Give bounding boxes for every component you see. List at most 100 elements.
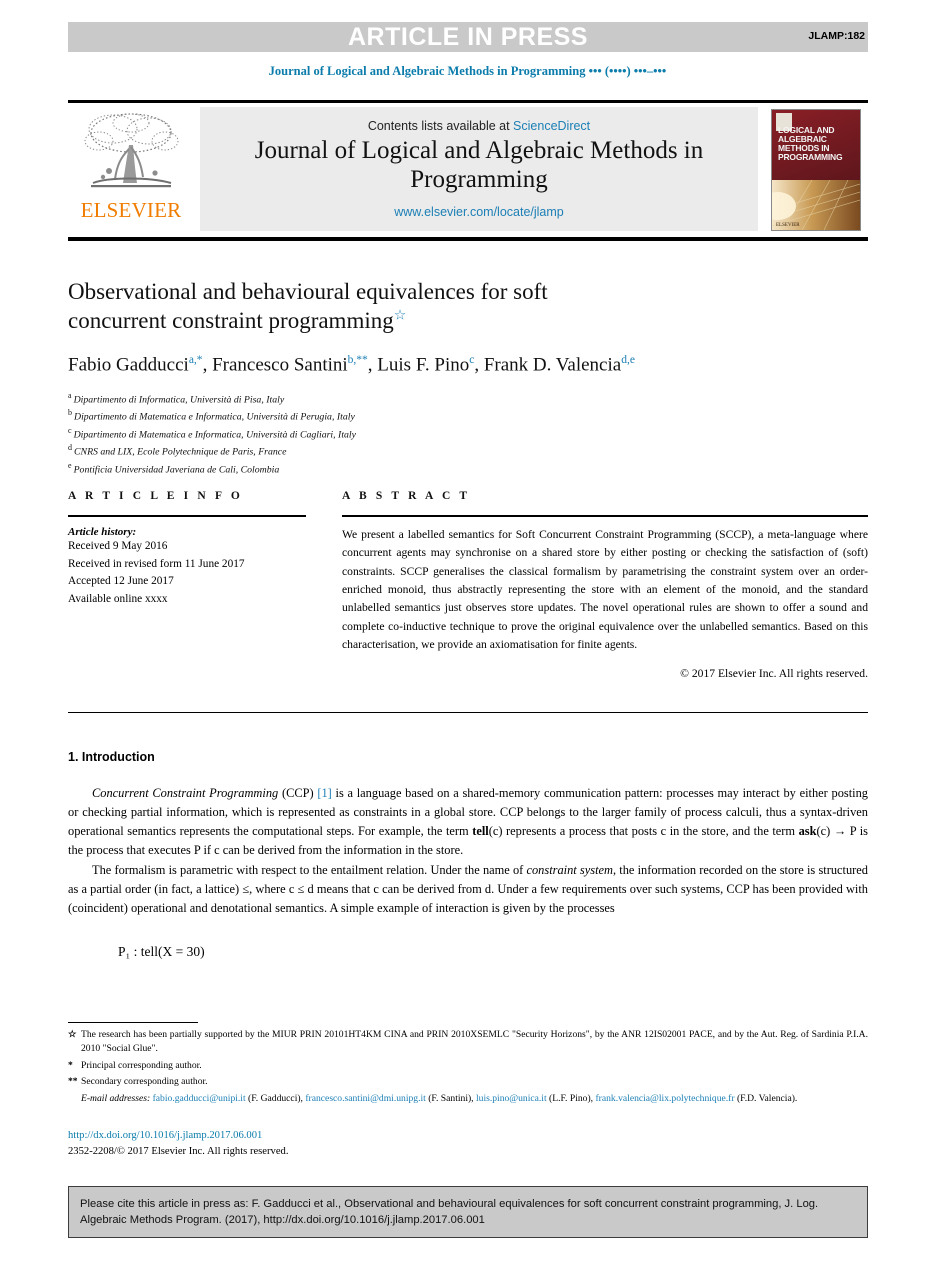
cover-publisher-text: ELSEVIER (776, 223, 800, 228)
info-abstract-row: A R T I C L E I N F O Article history: R… (68, 490, 868, 680)
section-heading-introduction: 1. Introduction (68, 750, 155, 764)
article-info-rule (68, 515, 306, 517)
contents-available-line: Contents lists available at ScienceDirec… (368, 119, 590, 133)
cover-title-text: LOGICAL AND ALGEBRAIC METHODS IN PROGRAM… (778, 125, 843, 162)
abstract-heading: A B S T R A C T (342, 490, 471, 502)
footnote-text: The research has been partially supporte… (81, 1029, 868, 1055)
section-separator-rule (68, 712, 868, 713)
keyword-ask: ask (798, 823, 817, 838)
affiliation-text: Pontificia Universidad Javeriana de Cali… (73, 463, 280, 475)
affiliation-label: d (68, 443, 72, 453)
article-history-label: Article history: (68, 526, 137, 538)
running-head: Journal of Logical and Algebraic Methods… (268, 64, 667, 78)
intro-paragraph-2: The formalism is parametric with respect… (68, 861, 868, 918)
email-addresses-line: E-mail addresses: fabio.gadducci@unipi.i… (68, 1092, 868, 1106)
intro-p1-d: (c) represents a process that posts c in… (488, 823, 799, 838)
title-block: Observational and behavioural equivalenc… (68, 278, 868, 477)
article-in-press-banner: ARTICLE IN PRESS (68, 22, 868, 52)
journal-cover-thumbnail: LOGICAL AND ALGEBRAIC METHODS IN PROGRAM… (771, 109, 861, 231)
sciencedirect-link[interactable]: ScienceDirect (513, 119, 590, 133)
footnote-text: Secondary corresponding author. (81, 1076, 208, 1088)
abstract-text: We present a labelled semantics for Soft… (342, 528, 868, 651)
affiliation-item: c Dipartimento di Matematica e Informatic… (68, 425, 868, 442)
affiliation-item: b Dipartimento di Matematica e Informatic… (68, 407, 868, 424)
footnote-marker: * (68, 1059, 73, 1071)
article-history-list: Received 9 May 2016 Received in revised … (68, 538, 306, 608)
email-link[interactable]: francesco.santini@dmi.unipg.it (305, 1093, 425, 1104)
affiliation-text: CNRS and LIX, Ecole Polytechnique de Par… (74, 446, 287, 458)
affiliation-label: e (68, 460, 72, 470)
term-constraint-system: constraint system (526, 863, 613, 878)
email-link[interactable]: luis.pino@unica.it (476, 1093, 547, 1104)
author-separator: , (474, 353, 484, 375)
author-separator: , (367, 353, 378, 375)
abstract-column: A B S T R A C T We present a labelled se… (342, 490, 868, 680)
journal-center-block: Contents lists available at ScienceDirec… (200, 107, 758, 231)
author-list: Fabio Gadduccia,*, Francesco Santinib,**… (68, 354, 868, 376)
affiliation-list: a Dipartimento di Informatica, Università… (68, 390, 868, 477)
title-line-1: Observational and behavioural equivalenc… (68, 279, 548, 304)
author-affiliation-marker[interactable]: a,* (189, 354, 203, 366)
title-footnote-marker[interactable]: ☆ (394, 308, 407, 323)
affiliation-item: d CNRS and LIX, Ecole Polytechnique de Pa… (68, 442, 868, 459)
please-cite-box: Please cite this article in press as: F.… (68, 1186, 868, 1239)
contents-prefix: Contents lists available at (367, 119, 514, 134)
affiliation-item: a Dipartimento di Informatica, Università… (68, 390, 868, 407)
history-item: Received 9 May 2016 (68, 540, 168, 552)
citation-link-1[interactable]: [1] (317, 786, 331, 800)
formula-p1: P₁ : tell(X = 30) (118, 943, 205, 959)
affiliation-label: c (68, 425, 72, 435)
email-label: E-mail addresses: (81, 1092, 151, 1104)
affiliation-text: Dipartimento di Matematica e Informatica… (73, 428, 357, 440)
elsevier-tree-icon (79, 107, 183, 199)
email-owner: (F.D. Valencia). (734, 1092, 798, 1104)
author-affiliation-marker[interactable]: d,e (621, 354, 635, 366)
introduction-section: 1. Introduction Concurrent Constraint Pr… (68, 750, 868, 960)
footnote-marker: ** (68, 1076, 78, 1088)
history-item: Available online xxxx (68, 592, 168, 605)
abstract-rule (342, 515, 868, 517)
affiliation-text: Dipartimento di Matematica e Informatica… (74, 411, 355, 423)
article-info-heading: A R T I C L E I N F O (68, 490, 243, 502)
footnote-block: ☆ The research has been partially support… (68, 1028, 868, 1106)
abstract-copyright: © 2017 Elsevier Inc. All rights reserved… (680, 667, 868, 681)
publication-info-block: http://dx.doi.org/10.1016/j.jlamp.2017.0… (68, 1128, 288, 1160)
footnote-rule (68, 1022, 198, 1023)
email-link[interactable]: frank.valencia@lix.polytechnique.fr (595, 1093, 734, 1104)
keyword-tell: tell (472, 823, 489, 838)
journal-title: Journal of Logical and Algebraic Methods… (254, 137, 704, 193)
article-in-press-label: ARTICLE IN PRESS (348, 22, 588, 51)
author-affiliation-marker[interactable]: b,** (348, 354, 368, 366)
affiliation-text: Dipartimento di Informatica, Università … (73, 394, 285, 406)
footnote-item: ** Secondary corresponding author. (68, 1075, 868, 1089)
history-item: Accepted 12 June 2017 (68, 575, 174, 587)
elsevier-wordmark: ELSEVIER (80, 198, 182, 222)
footnote-item: * Principal corresponding author. (68, 1059, 868, 1073)
email-link[interactable]: fabio.gadducci@unipi.it (153, 1093, 246, 1104)
journal-masthead: ELSEVIER Contents lists available at Sci… (68, 100, 868, 241)
title-line-2: concurrent constraint programming (68, 307, 394, 333)
author-name: Luis F. Pino (377, 353, 470, 375)
doi-link[interactable]: http://dx.doi.org/10.1016/j.jlamp.2017.0… (68, 1128, 288, 1144)
article-info-column: A R T I C L E I N F O Article history: R… (68, 490, 306, 680)
intro-p1-b: (CCP) (278, 786, 318, 800)
affiliation-label: b (68, 408, 72, 418)
footnote-marker: ☆ (68, 1029, 77, 1040)
journal-url-link[interactable]: www.elsevier.com/locate/jlamp (394, 205, 564, 219)
footnote-text: Principal corresponding author. (81, 1059, 202, 1071)
page-title: Observational and behavioural equivalenc… (68, 278, 688, 336)
history-item: Received in revised form 11 June 2017 (68, 557, 245, 570)
intro-paragraph-1: Concurrent Constraint Programming (CCP) … (68, 784, 868, 859)
author-separator: , (202, 353, 213, 375)
email-owner: (L.F. Pino), (546, 1092, 596, 1104)
author-name: Fabio Gadducci (68, 353, 189, 375)
elsevier-logo-block: ELSEVIER (68, 103, 194, 237)
journal-cover-block: LOGICAL AND ALGEBRAIC METHODS IN PROGRAM… (764, 103, 868, 237)
email-owner: (F. Gadducci), (245, 1092, 306, 1104)
author-name: Frank D. Valencia (483, 353, 622, 375)
author-name: Francesco Santini (212, 353, 348, 375)
email-owner: (F. Santini), (425, 1092, 476, 1104)
footnote-item: ☆ The research has been partially support… (68, 1028, 868, 1057)
term-ccp: Concurrent Constraint Programming (92, 786, 279, 800)
paper-page: ARTICLE IN PRESS JLAMP:182 Journal of Lo… (0, 0, 935, 1266)
